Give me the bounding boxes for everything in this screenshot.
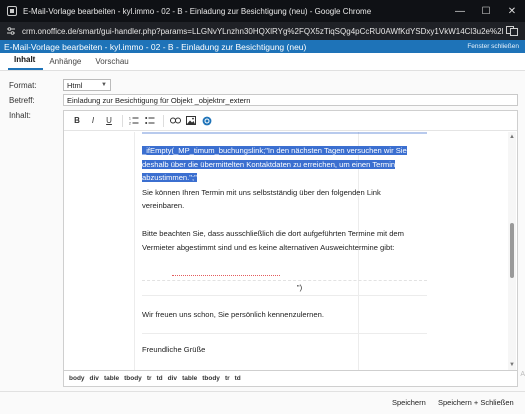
- selected-line: _ifEmpty(_MP_timum_buchungslink;"In den …: [142, 146, 407, 155]
- placeholder-icon[interactable]: [200, 114, 214, 128]
- editor-content[interactable]: _ifEmpty(_MP_timum_buchungslink;"In den …: [64, 132, 509, 370]
- clipped-link-line: [142, 132, 427, 135]
- dialog-footer: Speichern Speichern + Schließen: [0, 391, 525, 414]
- bullet-list-icon[interactable]: [143, 114, 157, 128]
- path-item[interactable]: div: [90, 375, 99, 382]
- scroll-down-icon[interactable]: ▼: [509, 362, 515, 368]
- selected-line: abzustimmen.";": [142, 173, 197, 183]
- closing-text: Freundliche Grüße: [142, 345, 206, 355]
- dialog-header: E-Mail-Vorlage bearbeiten - kyl.immo - 0…: [0, 40, 525, 53]
- scroll-up-icon[interactable]: ▲: [509, 134, 515, 140]
- path-item[interactable]: table: [104, 375, 119, 382]
- text-line: Bitte beachten Sie, dass ausschließlich …: [142, 228, 404, 238]
- chevron-down-icon: ▼: [101, 82, 107, 88]
- selected-text-block: _ifEmpty(_MP_timum_buchungslink;"In den …: [142, 144, 427, 185]
- html-editor[interactable]: B I U 12 _ifEmpty(_MP_timum_buchungslink…: [63, 110, 518, 371]
- close-window-button[interactable]: ✕: [499, 0, 525, 22]
- save-close-button[interactable]: Speichern + Schließen: [438, 398, 514, 407]
- format-select-value: Html: [67, 80, 83, 90]
- path-item[interactable]: tbody: [202, 375, 220, 382]
- path-item[interactable]: td: [157, 375, 163, 382]
- link-row: [142, 268, 427, 282]
- subject-label: Betreff:: [9, 96, 35, 105]
- table-border: [134, 132, 135, 370]
- path-item[interactable]: body: [69, 375, 85, 382]
- svg-text:2: 2: [129, 121, 131, 125]
- paragraph-notice: Bitte beachten Sie, dass ausschließlich …: [142, 227, 427, 254]
- table-row: [142, 333, 427, 343]
- toolbar-divider: [163, 114, 164, 127]
- text-line: Vermieter abgestimmt sind und es keine a…: [142, 242, 395, 252]
- image-icon[interactable]: [184, 114, 198, 128]
- site-settings-icon[interactable]: [4, 24, 18, 38]
- paragraph-link-intro: Sie können Ihren Termin mit uns selbstst…: [142, 186, 427, 213]
- scroll-thumb[interactable]: [510, 223, 514, 278]
- selected-line: deshalb über die übermittelten Kontaktda…: [142, 159, 396, 169]
- window-title: E-Mail-Vorlage bearbeiten - kyl.immo - 0…: [23, 6, 372, 16]
- bold-button[interactable]: B: [70, 114, 84, 128]
- text-line: vereinbaren.: [142, 201, 185, 211]
- translate-icon[interactable]: [503, 24, 521, 38]
- element-path-bar: body div table tbody tr td div table tbo…: [63, 371, 518, 387]
- path-item[interactable]: table: [182, 375, 197, 382]
- link-close: "): [142, 281, 427, 296]
- svg-text:1: 1: [129, 116, 131, 120]
- text-line: Sie können Ihren Termin mit uns selbstst…: [142, 187, 381, 197]
- italic-button[interactable]: I: [86, 114, 100, 128]
- tab-vorschau[interactable]: Vorschau: [89, 57, 136, 70]
- toolbar-divider: [122, 114, 123, 127]
- underline-button[interactable]: U: [102, 114, 116, 128]
- tab-bar: Inhalt Anhänge Vorschau: [0, 53, 525, 71]
- address-bar: crm.onoffice.de/smart/gui-handler.php?pa…: [0, 22, 525, 40]
- tab-inhalt[interactable]: Inhalt: [8, 55, 44, 70]
- page-favicon-icon: [7, 6, 17, 16]
- numbered-list-icon[interactable]: 12: [127, 114, 141, 128]
- tab-anhaenge[interactable]: Anhänge: [43, 57, 89, 70]
- spellcheck-mark: [172, 274, 280, 276]
- path-item[interactable]: tr: [225, 375, 230, 382]
- editor-scrollbar[interactable]: ▲ ▼: [508, 132, 516, 370]
- minimize-button[interactable]: —: [447, 0, 473, 22]
- content-label: Inhalt:: [9, 111, 31, 120]
- path-item[interactable]: td: [235, 375, 241, 382]
- editor-toolbar: B I U 12: [64, 111, 517, 131]
- email-body: _ifEmpty(_MP_timum_buchungslink;"In den …: [142, 144, 427, 357]
- format-label: Format:: [9, 81, 37, 90]
- path-item[interactable]: div: [168, 375, 177, 382]
- link-icon[interactable]: [168, 114, 182, 128]
- paragraph-greeting: Wir freuen uns schon, Sie persönlich ken…: [142, 309, 324, 319]
- format-select[interactable]: Html ▼: [63, 79, 111, 91]
- path-item[interactable]: tbody: [124, 375, 142, 382]
- template-form: Format: Html ▼ Betreff: Einladung zur Be…: [0, 71, 525, 391]
- maximize-button[interactable]: ☐: [473, 0, 499, 22]
- side-letter: A: [520, 371, 525, 378]
- close-dialog-link[interactable]: Fenster schließen: [467, 43, 519, 50]
- window-titlebar: E-Mail-Vorlage bearbeiten - kyl.immo - 0…: [0, 0, 525, 22]
- subject-input[interactable]: Einladung zur Besichtigung für Objekt _o…: [63, 94, 518, 106]
- save-button[interactable]: Speichern: [392, 398, 426, 407]
- url-text[interactable]: crm.onoffice.de/smart/gui-handler.php?pa…: [22, 27, 503, 36]
- dialog-title: E-Mail-Vorlage bearbeiten - kyl.immo - 0…: [4, 41, 307, 52]
- path-item[interactable]: tr: [147, 375, 152, 382]
